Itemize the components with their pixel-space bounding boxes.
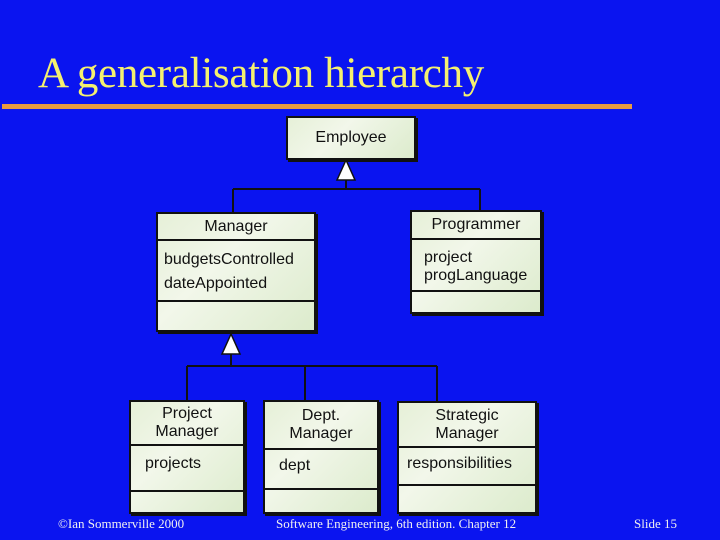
class-attributes: budgetsControlled dateAppointed: [158, 241, 314, 302]
class-employee[interactable]: Employee: [286, 116, 416, 160]
attribute: dateAppointed: [164, 275, 268, 292]
class-name: Employee: [315, 129, 387, 146]
class-project-manager[interactable]: Project Manager projects: [129, 400, 245, 514]
class-programmer[interactable]: Programmer project progLanguage: [410, 210, 542, 314]
class-name: Dept. Manager: [265, 402, 377, 450]
class-attributes: projects: [131, 446, 243, 492]
generalisation-arrow-manager: [220, 332, 242, 355]
class-strategic-manager[interactable]: Strategic Manager responsibilities: [397, 401, 537, 514]
attribute: projects: [145, 455, 202, 472]
class-name: Strategic Manager: [399, 403, 535, 448]
class-attributes: dept: [265, 450, 377, 490]
attribute: dept: [279, 457, 311, 474]
footer-copyright: ©Ian Sommerville 2000: [58, 516, 185, 531]
footer-slide-number: Slide 15: [634, 516, 677, 531]
class-manager[interactable]: Manager budgetsControlled dateAppointed: [156, 212, 316, 332]
attribute: project: [424, 249, 473, 266]
attribute: budgetsControlled: [164, 251, 294, 268]
generalisation-arrow-employee: [335, 158, 357, 181]
footer-book: Software Engineering, 6th edition. Chapt…: [276, 516, 517, 531]
attribute: responsibilities: [407, 455, 512, 472]
class-name: Programmer: [412, 212, 540, 240]
attribute: progLanguage: [424, 267, 528, 284]
class-dept-manager[interactable]: Dept. Manager dept: [263, 400, 379, 514]
class-name: Project Manager: [131, 402, 243, 446]
class-attributes: project progLanguage: [412, 240, 540, 292]
class-name: Manager: [158, 214, 314, 241]
class-attributes: responsibilities: [399, 448, 535, 486]
